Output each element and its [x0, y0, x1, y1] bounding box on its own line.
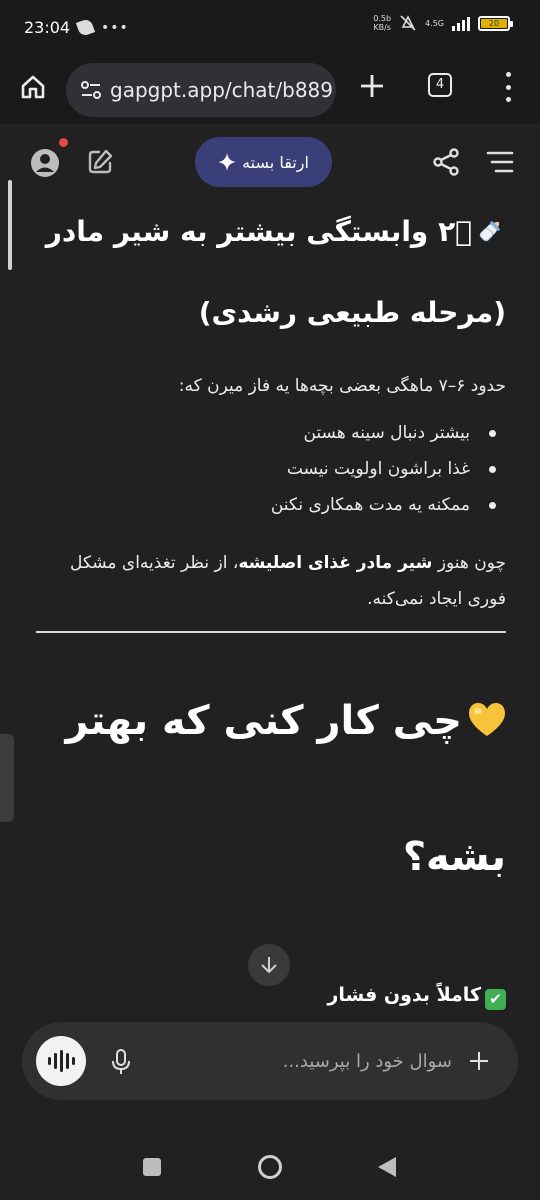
- leaf-icon: [75, 17, 96, 38]
- main-heading: چی کار کنی که بهتر: [36, 695, 506, 747]
- profile-avatar-icon[interactable]: [30, 148, 60, 178]
- divider: [36, 631, 506, 633]
- battery-icon: 20: [478, 15, 513, 31]
- system-nav-bar: [0, 1130, 540, 1200]
- app-header: ارتقا بسته: [0, 124, 540, 202]
- sparkle-icon: [218, 153, 237, 171]
- bullet-list: بیشتر دنبال سینه هستن غذا براشون اولویت …: [36, 415, 506, 523]
- body-paragraph: چون هنوز شیر مادر غذای اصلیشه، از نظر تغ…: [69, 553, 506, 609]
- chat-input-bar: [22, 1022, 518, 1100]
- section-heading-line2: (مرحله طبیعی رشدی): [198, 296, 506, 329]
- checklist-item: ✔کاملاً بدون فشار: [36, 984, 506, 1010]
- voice-mode-button[interactable]: [36, 1036, 86, 1086]
- share-icon[interactable]: [432, 148, 460, 176]
- list-item: غذا براشون اولویت نیست: [36, 451, 506, 487]
- status-time: 23:04: [24, 18, 71, 37]
- back-button[interactable]: [378, 1157, 396, 1177]
- check-mark-icon: ✔: [485, 989, 506, 1010]
- site-settings-icon[interactable]: [80, 80, 102, 100]
- new-chat-edit-icon[interactable]: [86, 148, 114, 176]
- upgrade-plan-button[interactable]: ارتقا بسته: [195, 137, 332, 187]
- sidebar-menu-icon[interactable]: [486, 150, 514, 174]
- home-button[interactable]: [258, 1155, 282, 1179]
- signal-icon: [452, 15, 470, 31]
- list-item: بیشتر دنبال سینه هستن: [36, 415, 506, 451]
- body-bold: شیر مادر غذای اصلیشه: [238, 553, 433, 573]
- status-right-icons: 0.5b KB/s 4.5G 20: [373, 14, 513, 32]
- tab-switcher-button[interactable]: 4: [428, 73, 452, 97]
- notification-dot: [59, 138, 68, 147]
- scrollbar-thumb[interactable]: [8, 180, 12, 270]
- add-attachment-icon[interactable]: [468, 1050, 490, 1072]
- address-bar[interactable]: gapgpt.app/chat/b889: [66, 63, 336, 117]
- section-heading: ۲️⃣ وابستگی بیشتر به شیر مادر: [36, 212, 506, 252]
- baby-bottle-icon: [479, 221, 500, 242]
- alarm-off-icon: [400, 15, 416, 31]
- scroll-to-bottom-button[interactable]: [248, 944, 290, 986]
- status-bar: 23:04 ••• 0.5b KB/s 4.5G 20: [0, 0, 540, 58]
- list-item: ممکنه یه مدت همکاری نکنن: [36, 487, 506, 523]
- assistant-message: ۲️⃣ وابستگی بیشتر به شیر مادر (مرحله طبی…: [36, 200, 506, 883]
- new-tab-icon[interactable]: [358, 72, 386, 100]
- chat-input[interactable]: [152, 1044, 452, 1078]
- recent-apps-button[interactable]: [143, 1158, 161, 1176]
- fast-scroll-handle[interactable]: [0, 734, 14, 822]
- browser-menu-icon[interactable]: [502, 72, 514, 102]
- microphone-icon[interactable]: [110, 1048, 132, 1076]
- main-heading-line2: بشه؟: [402, 834, 506, 880]
- status-left-icons: •••: [75, 17, 129, 38]
- intro-paragraph: حدود ۶–۷ ماهگی بعضی بچه‌ها یه فاز میرن ک…: [178, 376, 506, 396]
- arrow-down-icon: [261, 957, 277, 974]
- yellow-heart-icon: [469, 703, 505, 736]
- battery-level: 20: [481, 18, 507, 28]
- upgrade-label: ارتقا بسته: [242, 152, 309, 172]
- network-speed: 0.5b KB/s: [373, 14, 392, 32]
- home-icon[interactable]: [20, 74, 46, 100]
- more-notifications-icon: •••: [101, 19, 129, 36]
- url-text[interactable]: gapgpt.app/chat/b889: [110, 78, 333, 102]
- browser-toolbar: gapgpt.app/chat/b889 4: [0, 58, 540, 124]
- network-type: 4.5G: [425, 18, 444, 28]
